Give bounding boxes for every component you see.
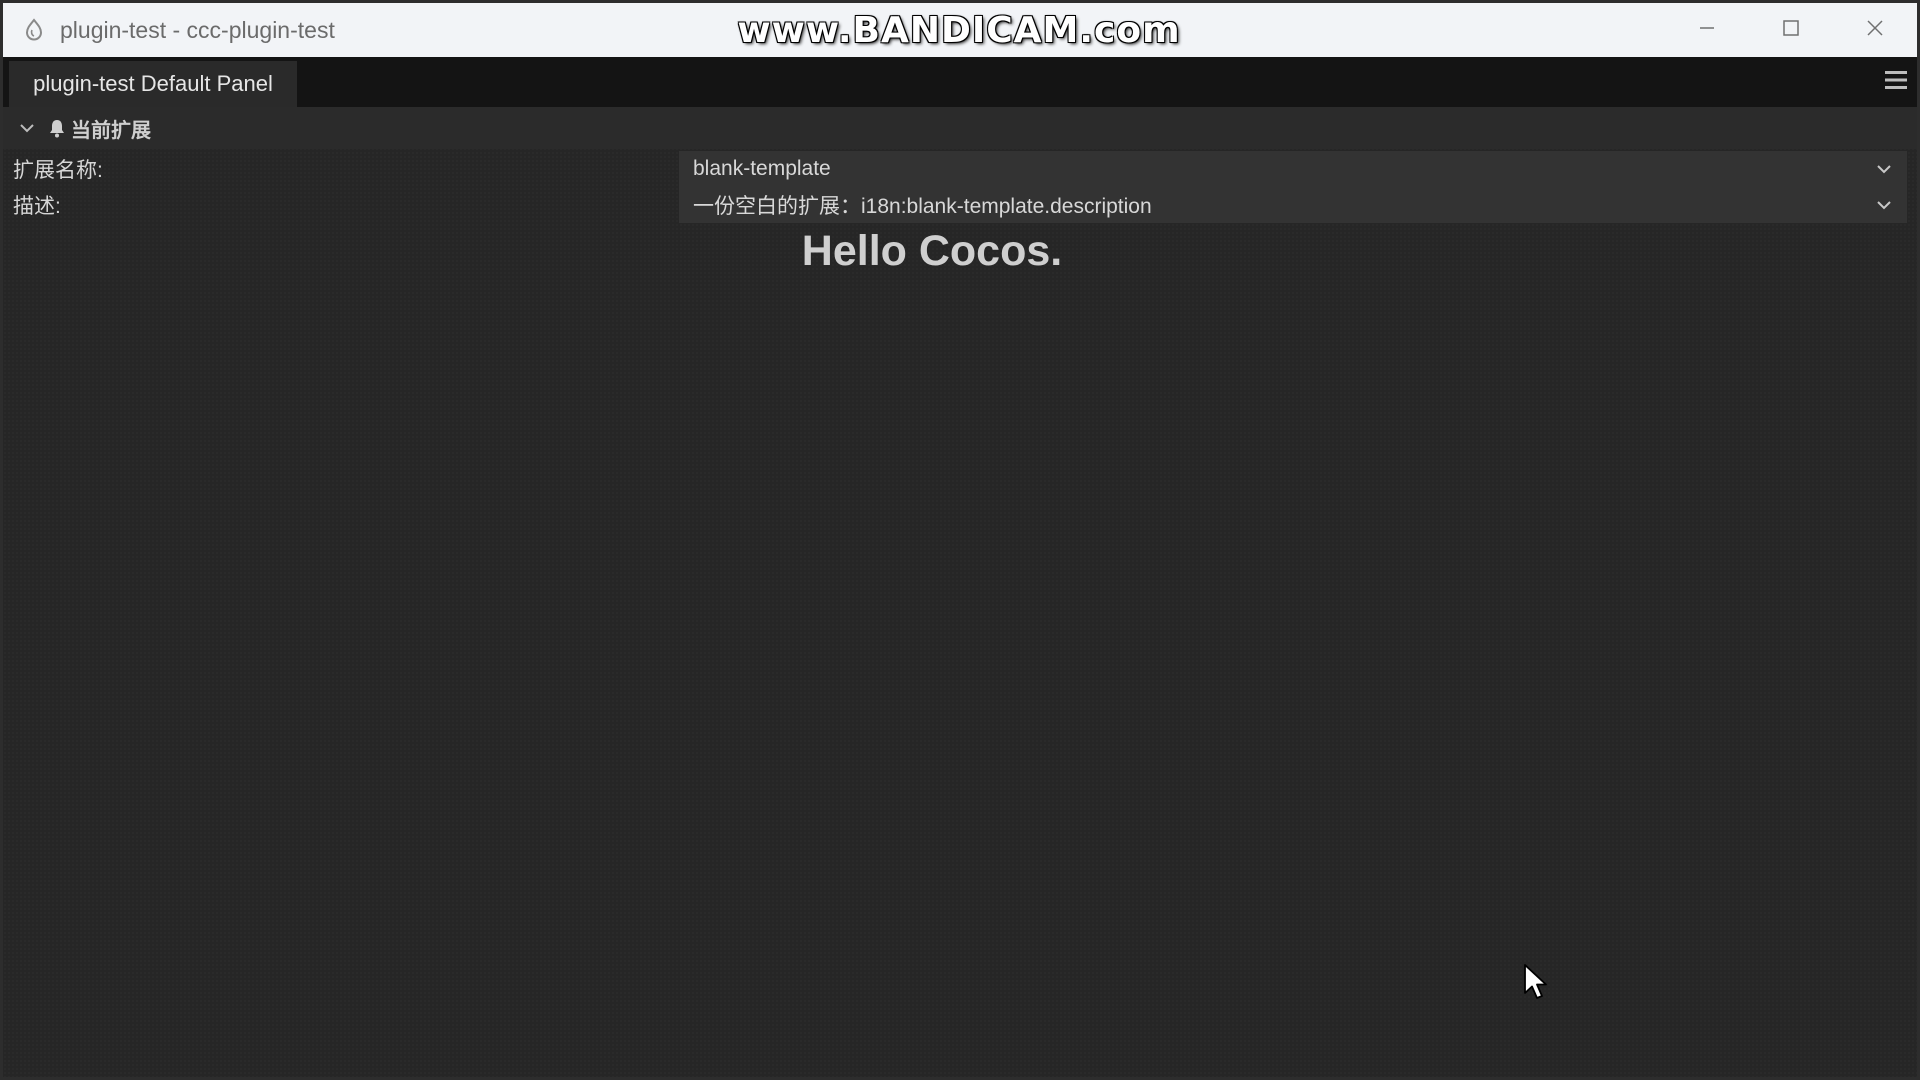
hamburger-menu-icon <box>1884 69 1908 96</box>
maximize-button[interactable] <box>1749 3 1833 57</box>
panel-tab-bar: plugin-test Default Panel <box>3 57 1917 107</box>
panel-menu-button[interactable] <box>1881 67 1911 97</box>
property-row-name: 扩展名称: blank-template <box>3 151 1917 187</box>
property-label-name: 扩展名称: <box>13 159 103 182</box>
description-field[interactable]: 一份空白的扩展：i18n:blank-template.description <box>679 187 1907 223</box>
mouse-cursor-icon <box>1523 963 1549 1001</box>
title-bar[interactable]: plugin-test - ccc-plugin-test www.BANDIC… <box>3 3 1917 57</box>
window-controls <box>1665 3 1917 57</box>
chevron-down-icon[interactable] <box>1875 160 1893 178</box>
minimize-button[interactable] <box>1665 3 1749 57</box>
current-extension-section-header[interactable]: 当前扩展 <box>3 107 1917 149</box>
plugin-window: plugin-test - ccc-plugin-test www.BANDIC… <box>0 0 1920 1080</box>
close-button[interactable] <box>1833 3 1917 57</box>
property-label-description: 描述: <box>13 195 61 218</box>
window-title: plugin-test - ccc-plugin-test <box>60 16 335 43</box>
bandicam-watermark: www.BANDICAM.com <box>737 9 1181 51</box>
maximize-icon <box>1781 18 1801 43</box>
extension-name-value: blank-template <box>693 157 831 180</box>
close-icon <box>1865 18 1885 43</box>
hello-heading: Hello Cocos. <box>801 227 1063 275</box>
chevron-down-icon[interactable] <box>17 118 37 138</box>
panel-content: 当前扩展 扩展名称: blank-template 描述: 一份空白的扩展：i1… <box>3 107 1917 1077</box>
bell-icon <box>47 117 67 139</box>
extension-name-field[interactable]: blank-template <box>679 151 1907 187</box>
chevron-down-icon[interactable] <box>1875 196 1893 214</box>
property-row-description: 描述: 一份空白的扩展：i18n:blank-template.descript… <box>3 187 1917 223</box>
cocos-app-icon <box>22 18 46 42</box>
tab-default-panel[interactable]: plugin-test Default Panel <box>9 61 297 107</box>
minimize-icon <box>1697 18 1717 43</box>
section-title: 当前扩展 <box>71 119 151 142</box>
description-value: 一份空白的扩展：i18n:blank-template.description <box>693 195 1152 218</box>
